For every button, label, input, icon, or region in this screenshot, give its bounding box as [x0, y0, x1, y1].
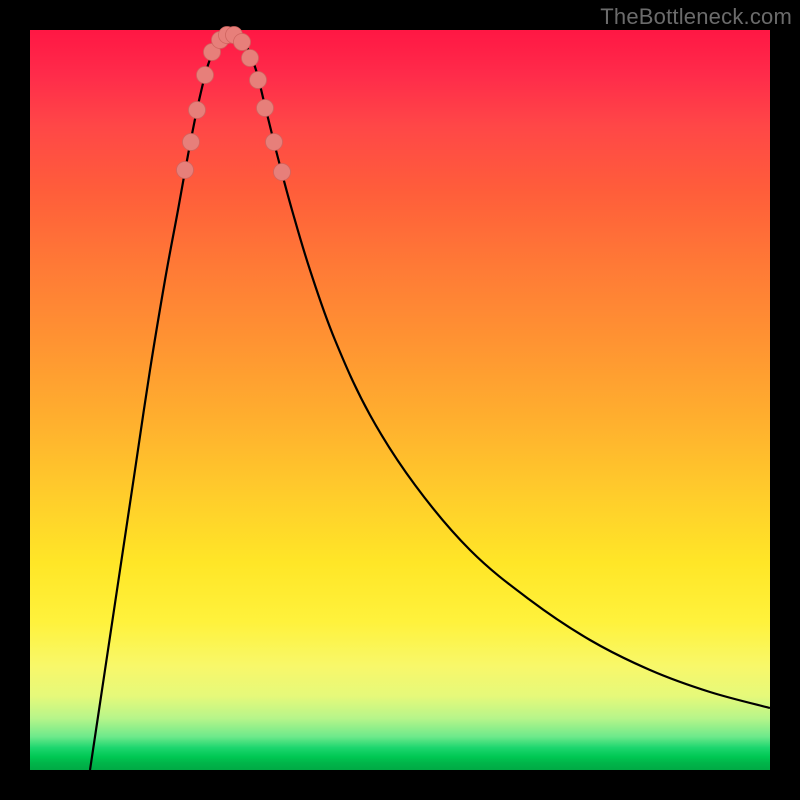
- data-marker: [189, 102, 206, 119]
- plot-area: [30, 30, 770, 770]
- data-marker: [183, 134, 200, 151]
- bottleneck-curve-svg: [30, 30, 770, 770]
- data-marker: [274, 164, 291, 181]
- data-marker: [242, 50, 259, 67]
- data-marker: [250, 72, 267, 89]
- data-marker: [177, 162, 194, 179]
- data-marker: [234, 34, 251, 51]
- data-marker: [197, 67, 214, 84]
- data-marker: [257, 100, 274, 117]
- watermark-text: TheBottleneck.com: [600, 4, 792, 30]
- data-marker: [266, 134, 283, 151]
- chart-frame: TheBottleneck.com: [0, 0, 800, 800]
- data-markers: [177, 27, 291, 181]
